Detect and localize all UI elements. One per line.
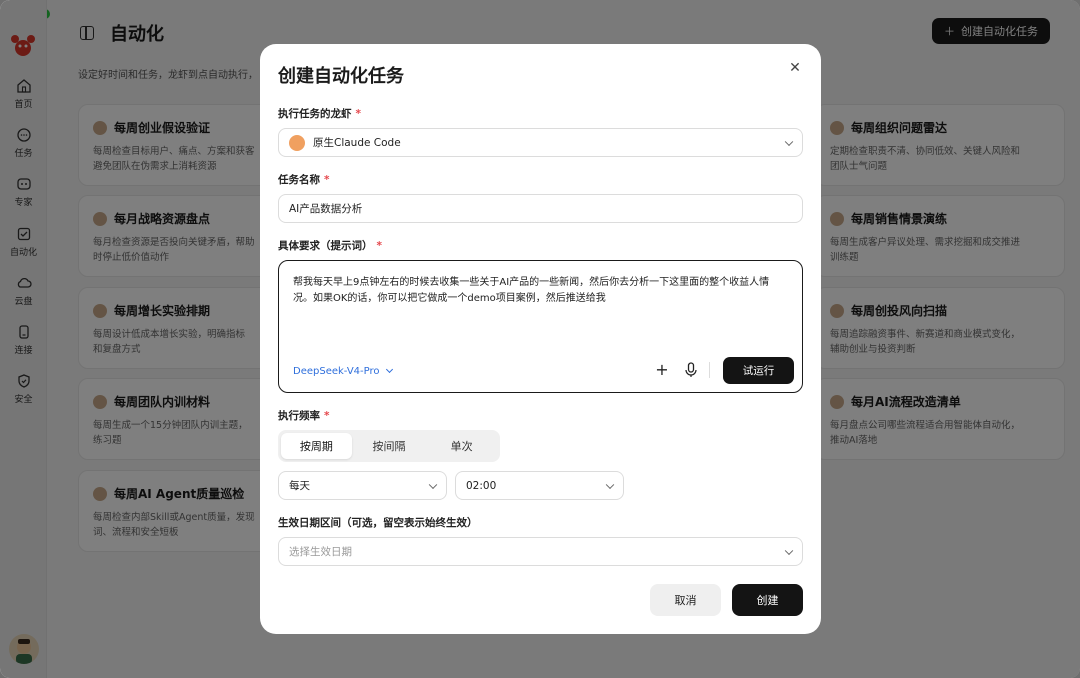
chevron-down-icon [784,546,794,555]
tab-by-interval[interactable]: 按间隔 [354,433,425,459]
frequency-label-text: 执行频率 [278,410,320,422]
name-label-text: 任务名称 [278,174,320,186]
prompt-textarea[interactable]: 帮我每天早上9点钟左右的时候去收集一些关于AI产品的一些新闻，然后你去分析一下这… [293,275,788,307]
microphone-icon[interactable] [684,362,698,378]
frequency-label: 执行频率 * [278,408,330,423]
period-select[interactable]: 每天 [278,471,447,500]
time-select[interactable]: 02:00 [455,471,624,500]
model-select-value: DeepSeek-V4-Pro [293,366,380,377]
chevron-down-icon [428,480,438,489]
prompt-editor[interactable]: 帮我每天早上9点钟左右的时候去收集一些关于AI产品的一些新闻，然后你去分析一下这… [278,260,803,393]
create-button[interactable]: 创建 [732,584,803,616]
try-run-button[interactable]: 试运行 [723,357,794,384]
dialog-title: 创建自动化任务 [278,66,404,87]
model-select[interactable]: DeepSeek-V4-Pro [293,365,393,377]
date-range-placeholder: 选择生效日期 [289,546,352,558]
chevron-down-icon [605,480,615,489]
chevron-down-icon [784,137,794,146]
task-name-value: AI产品数据分析 [289,203,363,215]
frequency-segmented-control: 按周期 按间隔 单次 [278,430,500,462]
period-select-value: 每天 [289,480,310,492]
date-range-label: 生效日期区间（可选，留空表示始终生效） [278,517,478,529]
tab-once[interactable]: 单次 [426,433,497,459]
agent-label-text: 执行任务的龙虾 [278,108,352,120]
agent-label: 执行任务的龙虾 * [278,106,361,121]
tab-by-period[interactable]: 按周期 [281,433,352,459]
agent-select[interactable]: 原生Claude Code [278,128,803,157]
required-mark: * [376,240,383,252]
name-label: 任务名称 * [278,172,330,187]
divider [709,362,710,378]
prompt-label: 具体要求（提示词） * [278,238,382,253]
required-mark: * [324,174,330,186]
agent-select-value: 原生Claude Code [313,137,401,149]
date-range-select[interactable]: 选择生效日期 [278,537,803,566]
required-mark: * [355,108,362,120]
prompt-label-text: 具体要求（提示词） [278,240,373,252]
required-mark: * [324,410,330,422]
cancel-button[interactable]: 取消 [650,584,721,616]
add-attachment-button[interactable]: + [654,360,670,379]
lobster-agent-icon [289,134,305,151]
time-select-value: 02:00 [466,479,497,492]
chevron-down-icon [385,365,393,374]
create-automation-dialog: 创建自动化任务 ✕ 执行任务的龙虾 * 原生Claude Code 任务名称 * A… [260,44,821,634]
close-icon[interactable]: ✕ [787,60,803,76]
task-name-input[interactable]: AI产品数据分析 [278,194,803,223]
